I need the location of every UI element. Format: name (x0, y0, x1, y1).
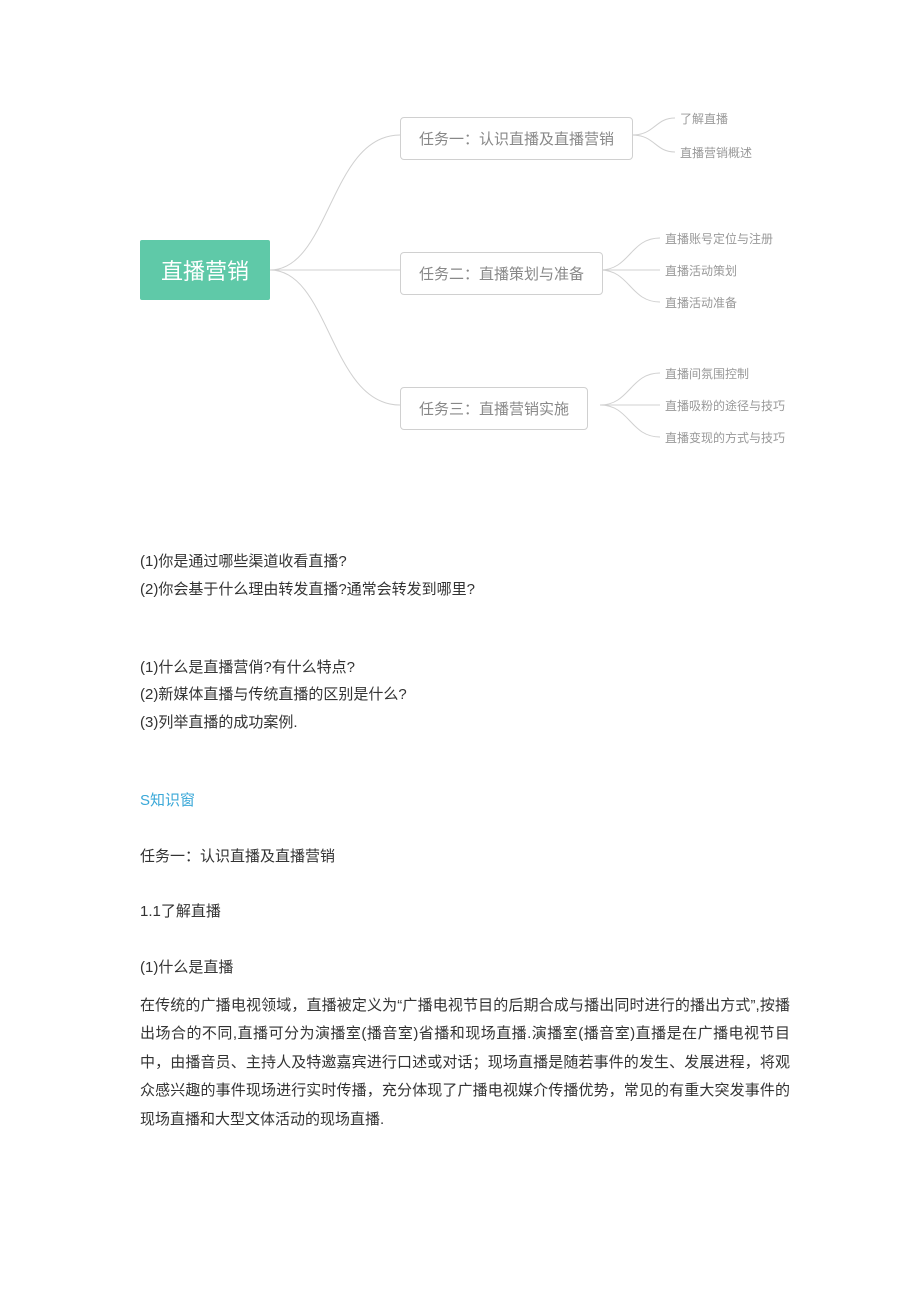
question-b-3: (3)列举直播的成功案例. (140, 709, 790, 737)
mindmap-leaf: 了解直播 (680, 110, 728, 127)
mindmap-diagram: 直播营销 任务一：认识直播及直播营销 任务二：直播策划与准备 任务三：直播营销实… (100, 90, 880, 460)
mindmap-leaf: 直播活动策划 (665, 262, 737, 279)
mindmap-leaf: 直播活动准备 (665, 294, 737, 311)
section-1-1-title: 1.1了解直播 (140, 898, 790, 926)
question-a-1: (1)你是通过哪些渠道收看直播? (140, 548, 790, 576)
task-1-title: 任务一：认识直播及直播营销 (140, 843, 790, 871)
mindmap-leaf: 直播营销概述 (680, 144, 752, 161)
mindmap-leaf: 直播吸粉的途径与技巧 (665, 397, 785, 414)
knowledge-window-label: S知识窗 (140, 787, 790, 815)
question-a-2: (2)你会基于什么理由转发直播?通常会转发到哪里? (140, 576, 790, 604)
mindmap-leaf: 直播账号定位与注册 (665, 230, 773, 247)
question-b-2: (2)新媒体直播与传统直播的区别是什么? (140, 681, 790, 709)
mindmap-leaf: 直播间氛围控制 (665, 365, 749, 382)
mindmap-task-3: 任务三：直播营销实施 (400, 387, 588, 430)
question-group-a: (1)你是通过哪些渠道收看直播? (2)你会基于什么理由转发直播?通常会转发到哪… (140, 548, 790, 604)
mindmap-task-1: 任务一：认识直播及直播营销 (400, 117, 633, 160)
document-body: (1)你是通过哪些渠道收看直播? (2)你会基于什么理由转发直播?通常会转发到哪… (140, 548, 790, 1134)
mindmap-leaf: 直播变现的方式与技巧 (665, 429, 785, 446)
what-is-live-heading: (1)什么是直播 (140, 954, 790, 982)
question-b-1: (1)什么是直播营俏?有什么特点? (140, 654, 790, 682)
body-paragraph: 在传统的广播电视领域，直播被定义为“广播电视节目的后期合成与播出同时进行的播出方… (140, 992, 790, 1135)
mindmap-task-2: 任务二：直播策划与准备 (400, 252, 603, 295)
mindmap-root: 直播营销 (140, 240, 270, 300)
question-group-b: (1)什么是直播营俏?有什么特点? (2)新媒体直播与传统直播的区别是什么? (… (140, 654, 790, 737)
